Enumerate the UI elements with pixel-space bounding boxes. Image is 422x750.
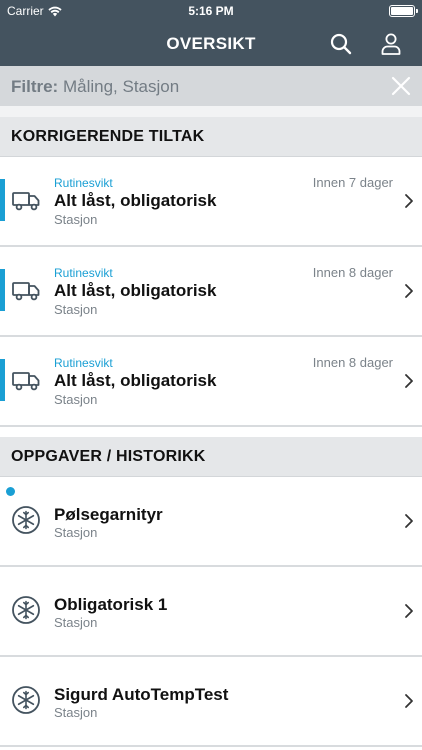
filter-label: Filtre: [11, 77, 59, 96]
user-icon [381, 33, 401, 55]
battery-icon [389, 5, 418, 17]
chevron-right-icon [405, 694, 413, 708]
navigation-bar: OVERSIKT [0, 22, 422, 66]
task-item[interactable]: Sigurd AutoTempTest Stasjon [0, 657, 422, 747]
section-header-corrective: KORRIGERENDE TILTAK [0, 117, 422, 157]
filter-summary: Filtre: Måling, Stasjon [11, 77, 179, 97]
section-title: KORRIGERENDE TILTAK [11, 128, 205, 145]
item-title: Alt låst, obligatorisk [54, 191, 217, 210]
priority-indicator [0, 269, 5, 311]
search-button[interactable] [325, 29, 357, 59]
priority-indicator [0, 359, 5, 401]
section-header-tasks: OPPGAVER / HISTORIKK [0, 437, 422, 477]
priority-indicator [0, 179, 5, 221]
section-spacer [0, 106, 422, 117]
corrective-item[interactable]: Rutinesvikt Innen 8 dager Alt låst, obli… [0, 337, 422, 427]
truck-icon [12, 372, 40, 391]
filter-value: Måling, Stasjon [62, 77, 180, 96]
item-subtitle: Stasjon [54, 615, 98, 630]
unread-indicator [6, 487, 15, 496]
item-due: Innen 8 dager [312, 355, 393, 370]
search-icon [330, 33, 352, 55]
snowflake-icon [12, 686, 40, 714]
profile-button[interactable] [375, 29, 407, 59]
task-item[interactable]: Obligatorisk 1 Stasjon [0, 567, 422, 657]
status-time: 5:16 PM [188, 4, 234, 18]
snowflake-icon [12, 596, 40, 624]
item-due: Innen 8 dager [312, 265, 393, 280]
item-category: Rutinesvikt [54, 356, 113, 370]
item-subtitle: Stasjon [54, 392, 98, 407]
clear-filter-button[interactable] [390, 75, 412, 97]
page-title: OVERSIKT [166, 34, 256, 53]
item-subtitle: Stasjon [54, 212, 98, 227]
chevron-right-icon [405, 604, 413, 618]
snowflake-icon [12, 506, 40, 534]
item-subtitle: Stasjon [54, 705, 98, 720]
chevron-right-icon [405, 194, 413, 208]
section-title: OPPGAVER / HISTORIKK [11, 448, 206, 465]
chevron-right-icon [405, 514, 413, 528]
item-title: Alt låst, obligatorisk [54, 371, 217, 390]
item-subtitle: Stasjon [54, 525, 98, 540]
item-title: Obligatorisk 1 [54, 595, 168, 614]
close-icon [391, 76, 411, 96]
item-due: Innen 7 dager [312, 175, 393, 190]
filter-bar[interactable]: Filtre: Måling, Stasjon [0, 66, 422, 106]
task-item[interactable]: Pølsegarnityr Stasjon [0, 477, 422, 567]
chevron-right-icon [405, 284, 413, 298]
item-category: Rutinesvikt [54, 176, 113, 190]
truck-icon [12, 192, 40, 211]
truck-icon [12, 282, 40, 301]
chevron-right-icon [405, 374, 413, 388]
corrective-item[interactable]: Rutinesvikt Innen 7 dager Alt låst, obli… [0, 157, 422, 247]
item-title: Pølsegarnityr [54, 505, 163, 524]
top-bar: Carrier 5:16 PM OVERSIKT [0, 0, 422, 66]
item-subtitle: Stasjon [54, 302, 98, 317]
item-title: Alt låst, obligatorisk [54, 281, 217, 300]
corrective-item[interactable]: Rutinesvikt Innen 8 dager Alt låst, obli… [0, 247, 422, 337]
status-bar: Carrier 5:16 PM [0, 0, 422, 22]
item-title: Sigurd AutoTempTest [54, 685, 229, 704]
item-category: Rutinesvikt [54, 266, 113, 280]
